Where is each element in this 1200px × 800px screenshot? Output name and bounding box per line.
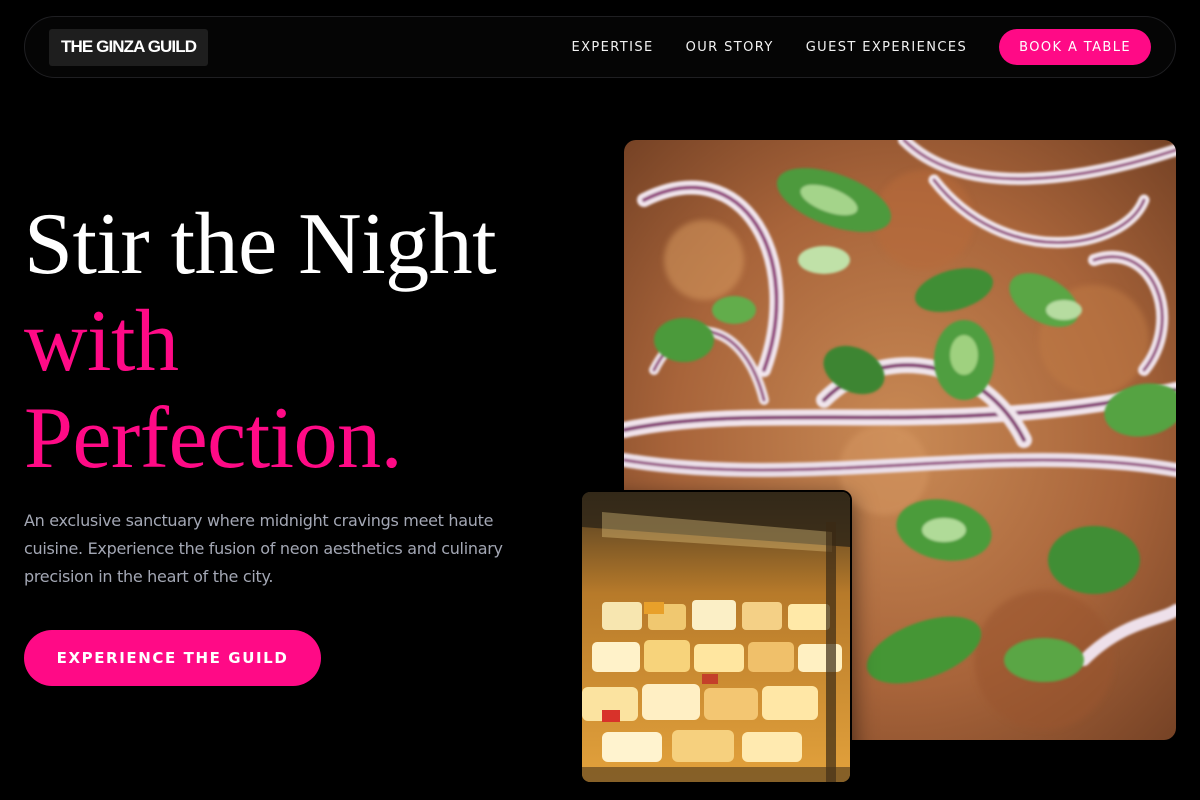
experience-the-guild-button[interactable]: EXPERIENCE THE GUILD	[24, 630, 321, 686]
nav-link-expertise[interactable]: EXPERTISE	[572, 40, 654, 55]
hero-title-line-1: Stir the Night	[24, 196, 497, 293]
nav-link-guest-experiences[interactable]: GUEST EXPERIENCES	[806, 40, 967, 55]
nav-links: EXPERTISE OUR STORY GUEST EXPERIENCES BO…	[540, 29, 1151, 65]
hero-title: Stir the Night with Perfection.	[24, 196, 604, 487]
secondary-food-image	[580, 490, 852, 784]
brand-logo[interactable]: THE GINZA GUILD	[49, 28, 209, 66]
hero-title-line-2: with	[24, 293, 179, 390]
nav-link-our-story[interactable]: OUR STORY	[686, 40, 774, 55]
cheese-display-image	[582, 492, 850, 782]
book-a-table-button[interactable]: BOOK A TABLE	[999, 29, 1151, 65]
hero-description: An exclusive sanctuary where midnight cr…	[24, 511, 503, 586]
top-navigation: THE GINZA GUILD EXPERTISE OUR STORY GUES…	[24, 16, 1176, 78]
hero-title-line-3: Perfection.	[24, 390, 403, 487]
